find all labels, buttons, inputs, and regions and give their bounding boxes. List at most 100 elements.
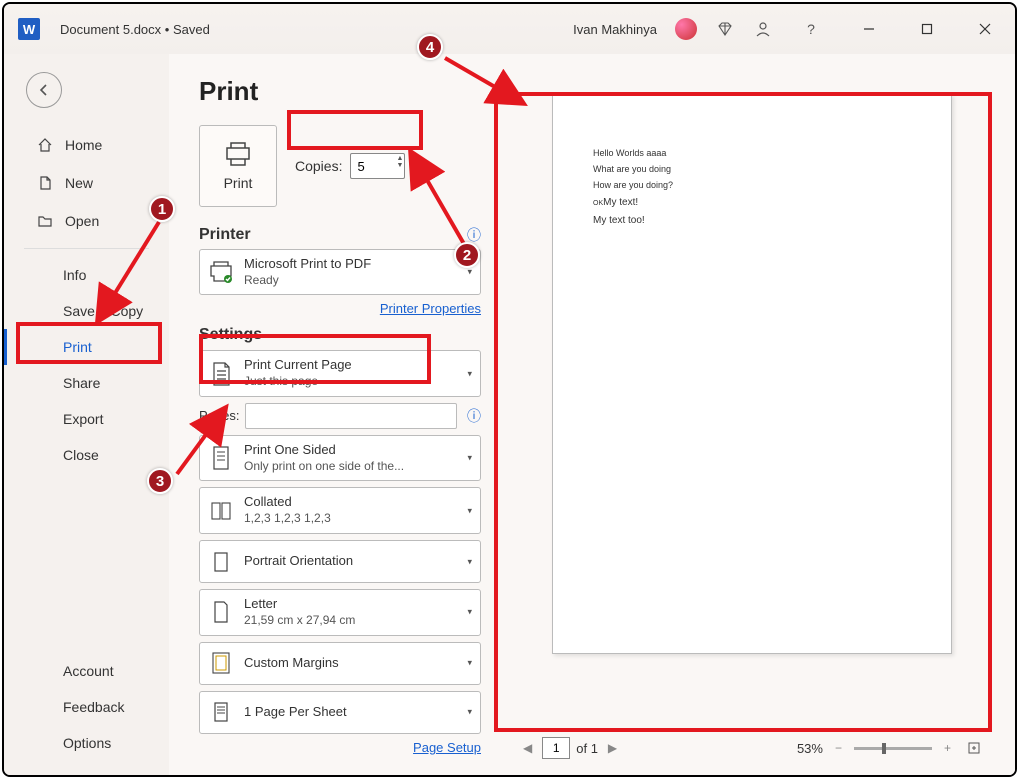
nav-save-copy-label: Save a Copy bbox=[63, 303, 143, 319]
user-name[interactable]: Ivan Makhinya bbox=[573, 22, 657, 37]
diamond-icon[interactable] bbox=[715, 19, 735, 39]
person-icon[interactable] bbox=[753, 19, 773, 39]
prev-page-button[interactable]: ◀ bbox=[519, 741, 536, 755]
nav-divider bbox=[24, 248, 149, 249]
preview-panel: Hello Worlds aaaa What are you doing How… bbox=[499, 54, 1015, 775]
info-icon[interactable]: ⓘ bbox=[467, 406, 481, 426]
callout-4: 4 bbox=[417, 34, 443, 60]
nav-share[interactable]: Share bbox=[4, 365, 169, 401]
page-number-input[interactable] bbox=[542, 737, 570, 759]
printer-status: Ready bbox=[244, 273, 371, 289]
orientation-dropdown[interactable]: Portrait Orientation ▾ bbox=[199, 540, 481, 583]
pages-input[interactable] bbox=[245, 403, 457, 429]
chevron-down-icon: ▾ bbox=[467, 453, 472, 464]
preview-line: Hello Worlds aaaa bbox=[593, 145, 911, 161]
sides-sub: Only print on one side of the... bbox=[244, 459, 404, 475]
close-button[interactable] bbox=[965, 13, 1005, 45]
pages-row: Pages: ⓘ bbox=[199, 403, 481, 429]
margins-icon bbox=[208, 650, 234, 676]
portrait-icon bbox=[208, 549, 234, 575]
collate-dropdown[interactable]: Collated 1,2,3 1,2,3 1,2,3 ▾ bbox=[199, 487, 481, 533]
preview-line: What are you doing bbox=[593, 161, 911, 177]
callout-2: 2 bbox=[454, 242, 480, 268]
nav-feedback[interactable]: Feedback bbox=[4, 689, 169, 725]
margins-dropdown[interactable]: Custom Margins ▾ bbox=[199, 642, 481, 685]
nav-export[interactable]: Export bbox=[4, 401, 169, 437]
paper-size-dropdown[interactable]: Letter 21,59 cm x 27,94 cm ▾ bbox=[199, 589, 481, 635]
titlebar: W Document 5.docx • Saved Ivan Makhinya … bbox=[4, 4, 1015, 54]
print-button[interactable]: Print bbox=[199, 125, 277, 207]
sides-label: Print One Sided bbox=[244, 442, 404, 459]
pages-label: Pages: bbox=[199, 408, 239, 423]
zoom-out-button[interactable]: − bbox=[831, 741, 846, 755]
fit-page-button[interactable] bbox=[963, 741, 985, 755]
nav-options-label: Options bbox=[63, 735, 111, 751]
zoom-in-button[interactable]: + bbox=[940, 741, 955, 755]
panel-title: Print bbox=[199, 76, 481, 107]
chevron-down-icon: ▾ bbox=[467, 368, 472, 379]
minimize-button[interactable] bbox=[849, 13, 889, 45]
page-setup-link[interactable]: Page Setup bbox=[199, 740, 481, 755]
print-what-label: Print Current Page bbox=[244, 357, 352, 374]
nav-new-label: New bbox=[65, 175, 93, 191]
backstage-sidebar: Home New Open Info Save a Copy Print Sha… bbox=[4, 54, 169, 775]
nav-home[interactable]: Home bbox=[4, 126, 169, 164]
printer-dropdown[interactable]: Microsoft Print to PDF Ready ▾ bbox=[199, 249, 481, 295]
collate-icon bbox=[208, 498, 234, 524]
nav-save-copy[interactable]: Save a Copy bbox=[4, 293, 169, 329]
preview-footer: ◀ of 1 ▶ 53% − + bbox=[509, 731, 995, 765]
pages-per-sheet-label: 1 Page Per Sheet bbox=[244, 704, 347, 721]
copies-spinner[interactable]: ▲▼ bbox=[397, 155, 404, 169]
nav-open[interactable]: Open bbox=[4, 202, 169, 240]
preview-line: How are you doing? bbox=[593, 177, 911, 193]
zoom-label: 53% bbox=[797, 741, 823, 756]
nav-account[interactable]: Account bbox=[4, 653, 169, 689]
preview-line: My text too! bbox=[593, 212, 911, 230]
chevron-down-icon: ▾ bbox=[467, 607, 472, 618]
word-icon: W bbox=[18, 18, 40, 40]
help-button[interactable]: ? bbox=[791, 13, 831, 45]
page-icon bbox=[208, 599, 234, 625]
nav-share-label: Share bbox=[63, 375, 100, 391]
nav-close[interactable]: Close bbox=[4, 437, 169, 473]
collate-label: Collated bbox=[244, 494, 331, 511]
chevron-down-icon: ▾ bbox=[467, 267, 472, 278]
paper-label: Letter bbox=[244, 596, 355, 613]
nav-info[interactable]: Info bbox=[4, 257, 169, 293]
home-icon bbox=[37, 137, 53, 153]
document-title: Document 5.docx • Saved bbox=[60, 22, 210, 37]
settings-section-label: Settings bbox=[199, 326, 481, 344]
sides-dropdown[interactable]: Print One Sided Only print on one side o… bbox=[199, 435, 481, 481]
orientation-label: Portrait Orientation bbox=[244, 553, 353, 570]
nav-account-label: Account bbox=[63, 663, 114, 679]
document-icon bbox=[37, 175, 53, 191]
nav-options[interactable]: Options bbox=[4, 725, 169, 761]
chevron-down-icon: ▾ bbox=[467, 658, 472, 669]
back-button[interactable] bbox=[26, 72, 62, 108]
callout-1: 1 bbox=[149, 196, 175, 222]
nav-home-label: Home bbox=[65, 137, 102, 153]
next-page-button[interactable]: ▶ bbox=[604, 741, 621, 755]
preview-area: Hello Worlds aaaa What are you doing How… bbox=[509, 84, 995, 731]
chevron-down-icon: ▾ bbox=[467, 505, 472, 516]
zoom-slider[interactable] bbox=[854, 747, 932, 750]
pages-per-sheet-dropdown[interactable]: 1 Page Per Sheet ▾ bbox=[199, 691, 481, 734]
nav-open-label: Open bbox=[65, 213, 99, 229]
maximize-button[interactable] bbox=[907, 13, 947, 45]
avatar[interactable] bbox=[675, 18, 697, 40]
nav-print[interactable]: Print bbox=[4, 329, 169, 365]
print-row: Print Copies: ▲▼ bbox=[199, 125, 481, 207]
print-panel: Print Print Copies: ▲▼ Pr bbox=[169, 54, 499, 775]
printer-section-label: Printer bbox=[199, 226, 251, 244]
nav-feedback-label: Feedback bbox=[63, 699, 124, 715]
page-icon bbox=[208, 361, 234, 387]
nav-new[interactable]: New bbox=[4, 164, 169, 202]
one-sided-icon bbox=[208, 445, 234, 471]
chevron-down-icon: ▾ bbox=[467, 707, 472, 718]
nav-close-label: Close bbox=[63, 447, 99, 463]
printer-properties-link[interactable]: Printer Properties bbox=[199, 301, 481, 316]
preview-line: OKMy text! bbox=[593, 194, 911, 212]
nav-info-label: Info bbox=[63, 267, 86, 283]
print-what-dropdown[interactable]: Print Current Page Just this page ▾ bbox=[199, 350, 481, 396]
page-icon bbox=[208, 699, 234, 725]
